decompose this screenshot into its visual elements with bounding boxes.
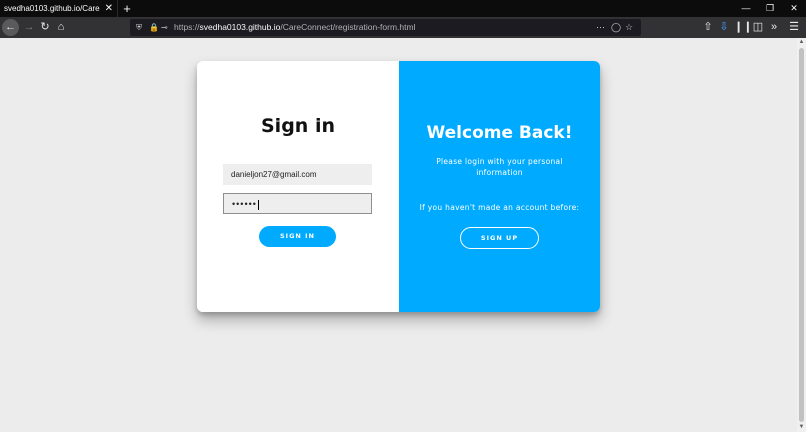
- key-icon[interactable]: ⊸: [161, 19, 168, 36]
- more-icon[interactable]: ⋯: [596, 19, 605, 36]
- tab-title: svedha0103.github.io/CareConnect/: [4, 4, 100, 13]
- sidebar-icon[interactable]: ◫: [750, 17, 766, 38]
- url-host: svedha0103.github.io: [199, 22, 281, 32]
- lock-icon[interactable]: 🔒: [149, 19, 159, 36]
- auth-card: Sign in danieljon27@gmail.com •••••• SIG…: [197, 61, 600, 312]
- url-text[interactable]: https://svedha0103.github.io/CareConnect…: [174, 19, 415, 36]
- password-field[interactable]: ••••••: [223, 193, 372, 214]
- restore-icon[interactable]: ❐: [758, 0, 782, 17]
- scroll-thumb[interactable]: [799, 48, 804, 422]
- shield-icon[interactable]: ⛨: [136, 19, 142, 36]
- signin-panel: Sign in danieljon27@gmail.com •••••• SIG…: [197, 61, 399, 312]
- new-tab-button[interactable]: +: [121, 0, 133, 17]
- text-caret: [257, 199, 259, 210]
- download-icon[interactable]: ⇩: [716, 17, 732, 38]
- window-close-icon[interactable]: ✕: [782, 0, 806, 17]
- welcome-subtitle: Please login with your personal informat…: [436, 157, 563, 177]
- url-scheme: https://: [174, 22, 200, 32]
- tab-close-icon[interactable]: ✕: [105, 2, 113, 15]
- overflow-icon[interactable]: »: [766, 17, 782, 38]
- menu-icon[interactable]: ☰: [786, 17, 802, 38]
- library-icon[interactable]: ❙❙: [734, 17, 752, 38]
- vertical-scrollbar[interactable]: ▲ ▼: [797, 38, 806, 432]
- extension-icon[interactable]: ⇧: [700, 17, 716, 38]
- back-icon[interactable]: ←: [2, 19, 19, 36]
- minimize-icon[interactable]: —: [734, 0, 758, 17]
- url-path: /CareConnect/registration-form.html: [280, 22, 416, 32]
- browser-tab[interactable]: svedha0103.github.io/CareConnect/ ✕: [0, 0, 118, 17]
- email-field[interactable]: danieljon27@gmail.com: [223, 164, 372, 185]
- signin-button[interactable]: SIGN IN: [259, 226, 336, 247]
- welcome-panel: Welcome Back! Please login with your per…: [399, 61, 600, 312]
- browser-titlebar: svedha0103.github.io/CareConnect/ ✕ + — …: [0, 0, 806, 17]
- reload-icon[interactable]: ↻: [37, 17, 53, 38]
- scroll-down-icon[interactable]: ▼: [797, 423, 806, 432]
- scroll-up-icon[interactable]: ▲: [797, 38, 806, 47]
- navigation-toolbar: ← → ↻ ⌂ ⛨ 🔒 ⊸ https://svedha0103.github.…: [0, 17, 806, 38]
- password-value: ••••••: [232, 199, 257, 209]
- address-bar[interactable]: ⛨ 🔒 ⊸ https://svedha0103.github.io/CareC…: [130, 19, 641, 36]
- welcome-note: If you haven't made an account before:: [419, 203, 580, 212]
- bookmark-star-icon[interactable]: ☆: [625, 19, 633, 36]
- forward-icon[interactable]: →: [21, 17, 37, 38]
- signin-title: Sign in: [261, 115, 335, 137]
- pocket-icon[interactable]: ◯: [611, 19, 621, 36]
- welcome-title: Welcome Back!: [426, 123, 573, 143]
- signup-button[interactable]: SIGN UP: [460, 227, 539, 249]
- home-icon[interactable]: ⌂: [53, 17, 69, 38]
